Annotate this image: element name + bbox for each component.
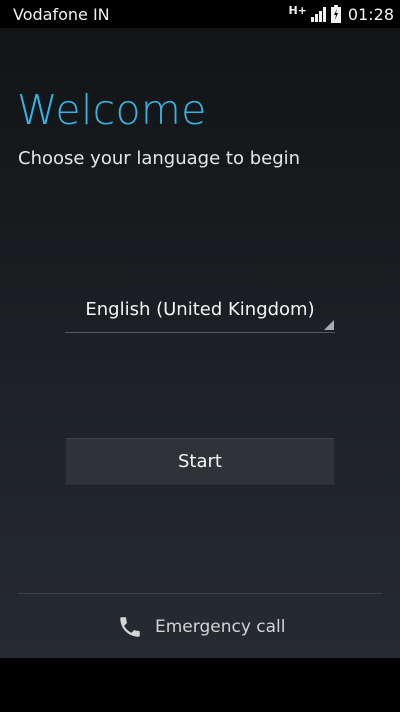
language-selected-label: English (United Kingdom) [85,299,315,320]
phone-icon [120,617,140,637]
clock: 01:28 [347,4,394,24]
status-bar: Vodafone IN H+ 01:28 [0,0,400,28]
carrier-name: Vodafone IN [13,5,110,24]
welcome-title: Welcome [17,86,207,134]
start-button[interactable]: Start [66,438,334,485]
signal-icon [310,7,326,22]
setup-screen: Vodafone IN H+ 01:28 Welcome Choose your… [0,0,400,712]
network-type: H+ [288,3,307,17]
status-icons: H+ 01:28 [288,3,394,25]
emergency-call-label: Emergency call [155,617,286,637]
divider [18,593,382,594]
setup-content: Welcome Choose your language to begin En… [0,28,400,658]
language-spinner[interactable]: English (United Kingdom) [65,292,335,333]
welcome-subtitle: Choose your language to begin [18,148,301,169]
dropdown-arrow-icon [324,320,334,330]
emergency-call-button[interactable]: Emergency call [117,612,286,642]
navigation-bar [0,658,400,712]
battery-icon [330,5,341,23]
